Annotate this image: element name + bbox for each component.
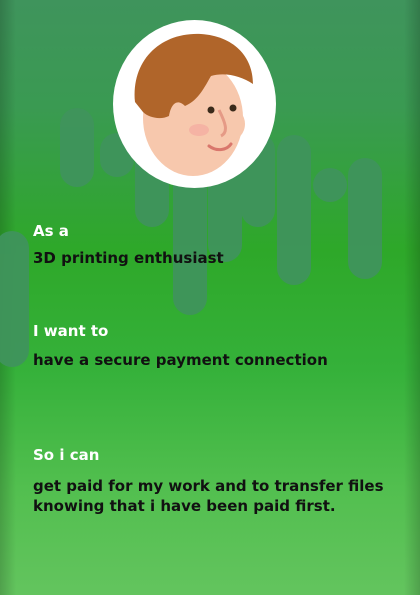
benefit-label: So i can — [33, 446, 100, 464]
role-label: As a — [33, 222, 69, 240]
benefit-value: get paid for my work and to transfer fil… — [33, 477, 384, 515]
want-label: I want to — [33, 322, 109, 340]
user-story-card: As a 3D printing enthusiast I want to ha… — [0, 0, 420, 595]
role-value: 3D printing enthusiast — [33, 249, 224, 267]
want-value: have a secure payment connection — [33, 351, 328, 369]
avatar — [113, 20, 276, 188]
cartoon-face-icon — [134, 33, 253, 176]
